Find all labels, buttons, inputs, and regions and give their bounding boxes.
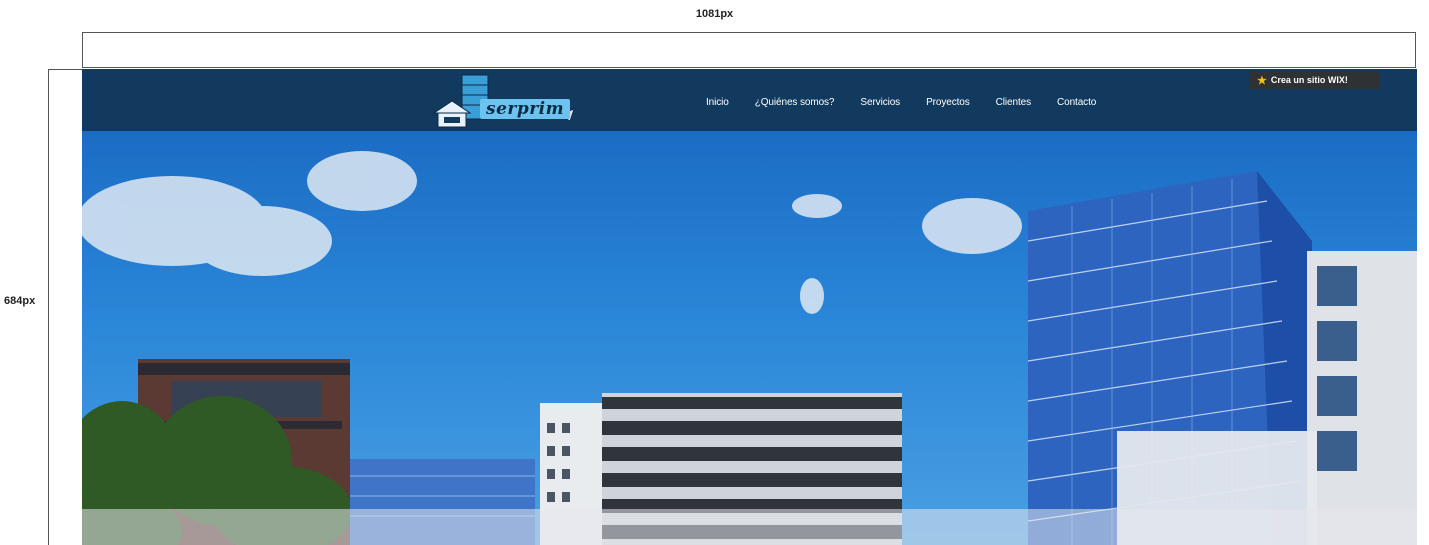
hero-image — [82, 131, 1417, 545]
screenshot-canvas: 1081px 684px serprim Inicio ¿Quiénes som… — [0, 0, 1429, 545]
website-mockup: serprim Inicio ¿Quiénes somos? Servicios… — [82, 69, 1417, 545]
city-skyline-illustration — [82, 151, 1417, 545]
logo-wordmark: serprim — [480, 99, 571, 119]
height-guide-tick — [48, 69, 83, 70]
wix-promo-banner[interactable]: ★ Crea un sitio WIX! — [1249, 71, 1379, 89]
nav-link-inicio[interactable]: Inicio — [706, 97, 729, 108]
height-annotation: 684px — [4, 295, 36, 307]
wix-banner-text: Crea un sitio WIX! — [1270, 75, 1348, 85]
nav-link-quienes-somos[interactable]: ¿Quiénes somos? — [755, 97, 835, 108]
nav-link-proyectos[interactable]: Proyectos — [926, 97, 970, 108]
site-logo[interactable]: serprim — [432, 73, 582, 129]
width-annotation: 1081px — [695, 8, 734, 20]
height-guide-line — [48, 69, 49, 545]
nav-link-clientes[interactable]: Clientes — [996, 97, 1031, 108]
hero-bottom-fade — [82, 509, 1417, 545]
star-icon: ★ — [1257, 74, 1267, 87]
nav-link-contacto[interactable]: Contacto — [1057, 97, 1096, 108]
clouds — [82, 151, 1022, 314]
top-placeholder-box — [82, 32, 1416, 68]
main-nav: Inicio ¿Quiénes somos? Servicios Proyect… — [706, 97, 1122, 108]
site-header: serprim Inicio ¿Quiénes somos? Servicios… — [82, 69, 1417, 131]
nav-link-servicios[interactable]: Servicios — [860, 97, 900, 108]
